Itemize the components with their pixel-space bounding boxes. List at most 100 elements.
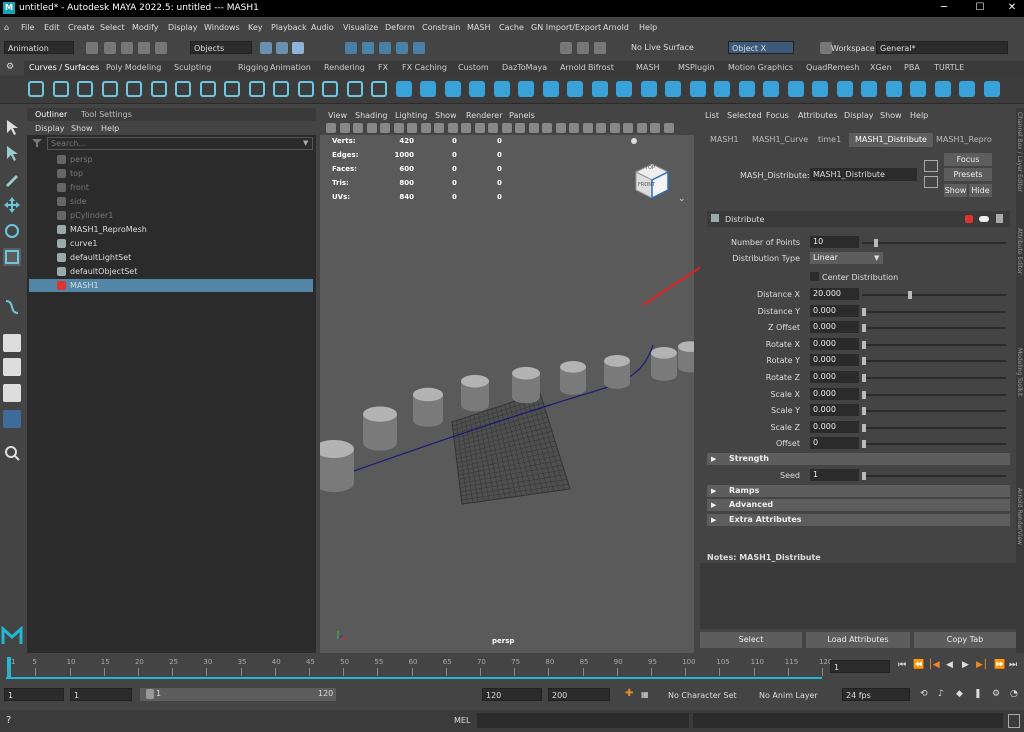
anim-layer-label[interactable]: No Anim Layer: [759, 691, 818, 700]
range-handle-start[interactable]: [146, 689, 154, 699]
play-forwards-icon[interactable]: ▶: [962, 660, 969, 670]
home-icon[interactable]: ⌂: [4, 23, 9, 32]
select-node-icon[interactable]: [924, 160, 938, 172]
attribute-slider[interactable]: [862, 357, 1006, 366]
attribute-value-field[interactable]: 0.000: [810, 354, 859, 367]
attribute-value-field[interactable]: 0.000: [810, 321, 859, 334]
side-tab[interactable]: Channel Box / Layer Editor: [1016, 112, 1023, 192]
viewport-tool-icon[interactable]: [582, 123, 593, 133]
viewport-tool-icon[interactable]: [447, 123, 458, 133]
step-forward-key-icon[interactable]: ⏩: [994, 660, 1005, 670]
ae-tab-mash1-repro[interactable]: MASH1_Repro: [930, 133, 998, 147]
ae-tab-time1[interactable]: time1: [812, 133, 847, 147]
viewport-tool-icon[interactable]: [474, 123, 485, 133]
menu-audio[interactable]: Audio: [311, 23, 334, 32]
open-scene-icon[interactable]: [104, 42, 116, 54]
selection-mode-dropdown[interactable]: Objects: [190, 41, 252, 54]
shelf-tool-icon[interactable]: [934, 81, 951, 97]
outliner-menu-display[interactable]: Display: [35, 124, 65, 133]
shelf-tab-arnold[interactable]: Arnold: [560, 63, 586, 72]
viewport-panel[interactable]: View Shading Lighting Show Renderer Pane…: [320, 108, 694, 653]
command-input[interactable]: [477, 713, 689, 728]
seed-slider[interactable]: [862, 472, 1006, 480]
viewport-tool-icon[interactable]: [380, 123, 390, 133]
show-button[interactable]: Show: [944, 184, 967, 197]
ae-tab-mash1-distribute[interactable]: MASH1_Distribute: [849, 133, 933, 147]
menu-file[interactable]: File: [21, 23, 34, 32]
fps-dropdown[interactable]: 24 fps: [842, 688, 910, 701]
object-name-field[interactable]: Object X: [728, 41, 794, 54]
load-attributes-button[interactable]: Load Attributes: [806, 632, 910, 648]
shelf-tool-icon[interactable]: [420, 81, 436, 97]
outliner-item[interactable]: persp: [29, 153, 313, 166]
shelf-tool-icon[interactable]: [812, 81, 828, 97]
attribute-value-field[interactable]: 0.000: [810, 371, 859, 383]
viewport-tool-icon[interactable]: [515, 123, 525, 133]
trash-icon[interactable]: [996, 214, 1003, 223]
range-slider[interactable]: 1 120: [140, 688, 336, 701]
playback-end-field[interactable]: 120: [482, 688, 542, 701]
outliner-item[interactable]: MASH1: [29, 279, 313, 292]
menu-key[interactable]: Key: [248, 23, 263, 32]
shelf-tab-curves-surfaces[interactable]: Curves / Surfaces: [29, 63, 99, 72]
distribution-type-dropdown[interactable]: Linear: [810, 252, 883, 264]
shelf-tool-icon[interactable]: [297, 81, 314, 97]
viewport-tool-icon[interactable]: [407, 123, 417, 133]
ipr-render-icon[interactable]: [577, 42, 589, 54]
ramps-section[interactable]: ▶ Ramps: [707, 485, 1010, 497]
number-of-points-slider[interactable]: [862, 239, 1006, 247]
slider-handle[interactable]: [862, 423, 866, 432]
slider-handle[interactable]: [862, 407, 866, 416]
undo-icon[interactable]: [138, 42, 150, 54]
select-by-object-icon[interactable]: [276, 42, 288, 54]
shelf-tool-icon[interactable]: [52, 81, 69, 97]
playback-start-field[interactable]: 1: [70, 688, 132, 701]
menu-set-dropdown[interactable]: Animation: [4, 41, 74, 54]
menu-deform[interactable]: Deform: [385, 23, 415, 32]
outliner-item[interactable]: top: [29, 167, 313, 180]
shelf-tool-icon[interactable]: [616, 81, 632, 97]
shelf-tool-icon[interactable]: [371, 81, 387, 97]
slider-handle[interactable]: [862, 472, 866, 480]
step-forward-frame-icon[interactable]: ▶⎮: [976, 660, 988, 670]
outliner-item[interactable]: defaultLightSet: [29, 251, 313, 264]
shelf-tool-icon[interactable]: [738, 81, 755, 97]
side-tab[interactable]: Attribute Editor: [1016, 228, 1023, 274]
shelf-tool-icon[interactable]: [28, 81, 44, 97]
shelf-tool-icon[interactable]: [714, 81, 730, 97]
viewport-tool-icon[interactable]: [461, 123, 471, 133]
attribute-value-field[interactable]: 0.000: [810, 337, 859, 350]
shelf-tab-motion-graphics[interactable]: Motion Graphics: [728, 63, 793, 72]
shelf-tool-icon[interactable]: [591, 81, 608, 97]
shelf-tool-icon[interactable]: [518, 81, 534, 97]
viewport-tool-icon[interactable]: [326, 123, 336, 133]
menu-edit[interactable]: Edit: [44, 23, 60, 32]
viewport-tool-icon[interactable]: [663, 123, 674, 133]
attribute-value-field[interactable]: 0.000: [810, 304, 859, 317]
shelf-tool-icon[interactable]: [787, 81, 804, 97]
step-back-key-icon[interactable]: ⏪: [913, 660, 924, 670]
slider-handle[interactable]: [908, 291, 913, 299]
tab-outliner[interactable]: Outliner: [35, 110, 67, 119]
snap-point-icon[interactable]: [379, 42, 391, 54]
ae-menu-help[interactable]: Help: [910, 111, 928, 120]
shelf-tool-icon[interactable]: [983, 81, 1000, 97]
viewport-tool-icon[interactable]: [650, 123, 660, 133]
shelf-tool-icon[interactable]: [175, 81, 191, 97]
minimize-button[interactable]: ─: [934, 2, 954, 15]
play-backwards-icon[interactable]: ◀: [946, 660, 953, 670]
outliner-item[interactable]: side: [29, 195, 313, 208]
viewport-menu-show[interactable]: Show: [435, 111, 457, 120]
shelf-tool-icon[interactable]: [665, 81, 681, 97]
outliner-menu-help[interactable]: Help: [101, 124, 119, 133]
outliner-menu-show[interactable]: Show: [71, 124, 93, 133]
paint-select-tool-icon[interactable]: [3, 170, 21, 188]
slider-handle[interactable]: [862, 440, 866, 449]
menu-gn-import-export[interactable]: GN Import/Export: [531, 23, 601, 32]
current-frame-field[interactable]: 1: [830, 660, 890, 673]
attribute-slider[interactable]: [862, 307, 1006, 316]
shelf-tab-bifrost[interactable]: Bifrost: [588, 63, 614, 72]
viewport-tool-icon[interactable]: [420, 123, 431, 133]
ae-tab-mash1[interactable]: MASH1: [704, 133, 745, 147]
menu-playback[interactable]: Playback: [271, 23, 307, 32]
